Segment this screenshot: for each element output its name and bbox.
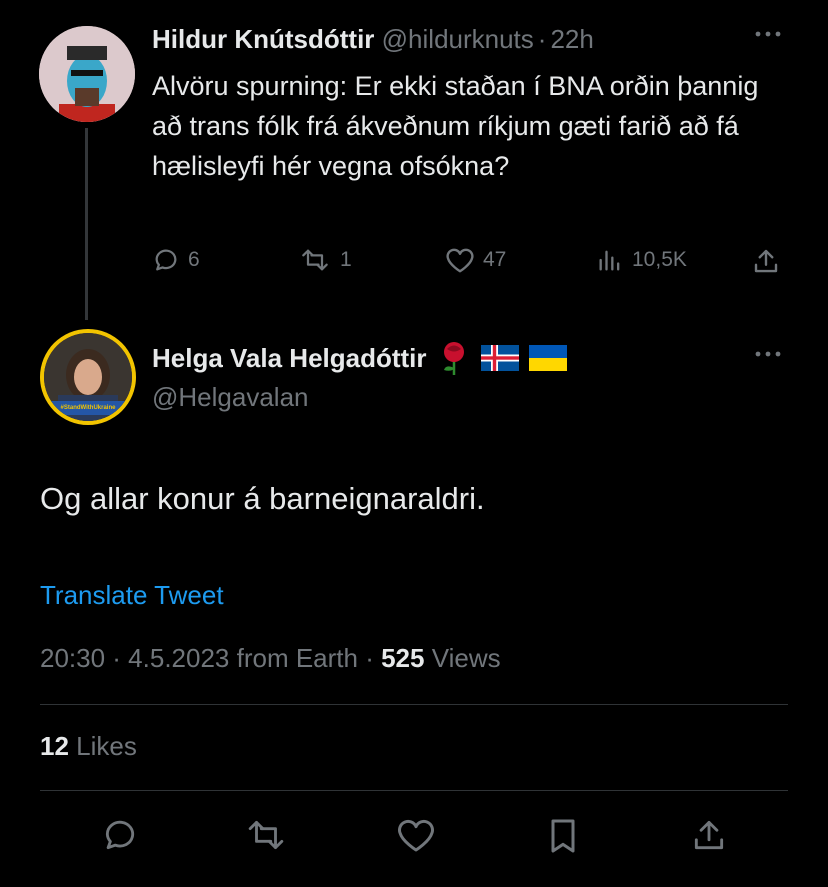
likes-summary[interactable]: 12 Likes	[40, 731, 137, 762]
reply-action[interactable]: 6	[152, 246, 200, 274]
parent-tweet-text: Alvöru spurning: Er ekki staðan í BNA or…	[152, 71, 759, 181]
divider	[40, 790, 788, 791]
main-tweet-avatar[interactable]: #StandWithUkraine	[40, 329, 136, 425]
bookmark-icon	[551, 819, 575, 853]
views-action[interactable]: 10,5K	[596, 246, 687, 274]
tweet-timestamp[interactable]: 20:30 · 4.5.2023 from Earth ·	[40, 643, 374, 673]
more-icon[interactable]	[752, 24, 784, 50]
reply-icon	[105, 820, 135, 850]
translate-tweet-link[interactable]: Translate Tweet	[40, 580, 224, 611]
avatar-badge-text: #StandWithUkraine	[60, 405, 116, 411]
divider	[40, 704, 788, 705]
main-author-handle[interactable]: @Helgavalan	[152, 382, 308, 413]
bookmark-button[interactable]	[546, 816, 580, 861]
views-number: 525	[381, 643, 425, 673]
likes-label: Likes	[76, 731, 137, 761]
main-author-name[interactable]: Helga Vala Helgadóttir	[152, 343, 427, 374]
share-icon	[694, 820, 724, 850]
retweet-button[interactable]	[243, 816, 289, 859]
parent-author-handle[interactable]: @hildurknuts	[382, 24, 534, 54]
thread-line	[85, 128, 88, 320]
reply-button[interactable]	[101, 816, 139, 859]
like-icon	[445, 246, 475, 274]
views-icon	[596, 246, 624, 274]
share-icon[interactable]	[751, 246, 781, 281]
retweet-action[interactable]: 1	[298, 246, 352, 274]
ukraine-flag	[528, 345, 567, 371]
share-button[interactable]	[690, 816, 728, 859]
retweet-icon	[248, 820, 284, 850]
reply-icon	[152, 246, 180, 274]
like-icon	[398, 819, 434, 852]
parent-tweet-avatar[interactable]	[39, 26, 135, 122]
tweet-meta-line: 20:30 · 4.5.2023 from Earth · 525 Views	[40, 643, 501, 674]
main-author-row: Helga Vala Helgadóttir	[152, 340, 567, 376]
parent-tweet-time[interactable]: 22h	[550, 24, 593, 54]
retweet-count: 1	[340, 248, 352, 271]
main-tweet-text: Og allar konur á barneignaraldri.	[40, 481, 485, 516]
like-count: 47	[483, 248, 507, 271]
parent-author-name[interactable]: Hildur Knútsdóttir	[152, 24, 374, 54]
like-action[interactable]: 47	[445, 246, 506, 274]
avatar-illustration	[39, 26, 135, 122]
likes-number: 12	[40, 731, 69, 761]
iceland-flag	[480, 345, 519, 371]
views-label: Views	[431, 643, 501, 673]
parent-tweet-header: Hildur Knútsdóttir @hildurknuts · 22h	[152, 24, 594, 55]
reply-count: 6	[188, 248, 200, 271]
retweet-icon	[298, 246, 332, 274]
views-count: 10,5K	[632, 248, 687, 271]
time-separator: ·	[537, 24, 547, 54]
rose-emoji	[437, 340, 471, 376]
more-icon[interactable]	[752, 344, 784, 369]
like-button[interactable]	[396, 816, 436, 859]
